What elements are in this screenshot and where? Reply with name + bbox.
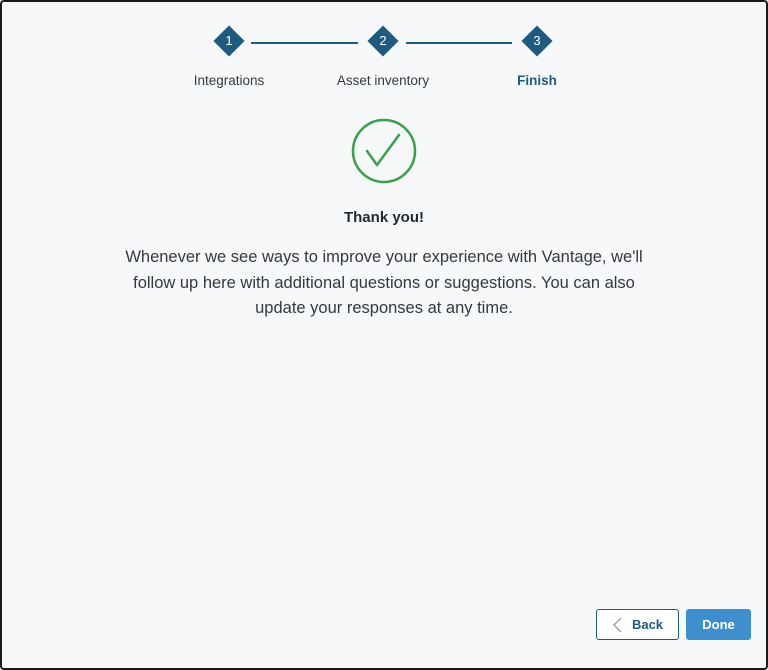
step-2-label: Asset inventory [336,73,430,88]
check-circle-icon [351,118,417,184]
step-3-number: 3 [533,33,541,48]
step-integrations: 1 Integrations [159,25,299,88]
done-button-label: Done [702,617,735,632]
step-3-label: Finish [517,73,557,88]
step-1-marker: 1 [213,25,245,57]
chevron-left-icon [612,616,622,633]
step-finish: 3 Finish [467,25,607,88]
step-2-marker: 2 [367,25,399,57]
page-title: Thank you! [343,209,424,226]
step-3-marker: 3 [521,25,553,57]
step-asset-inventory: 2 Asset inventory [313,25,453,88]
step-1-label: Integrations [193,73,265,88]
back-button[interactable]: Back [596,609,679,640]
back-button-label: Back [631,617,664,632]
wizard-dialog: 1 Integrations 2 Asset inventory 3 Finis… [0,0,768,670]
progress-stepper: 1 Integrations 2 Asset inventory 3 Finis… [2,2,766,102]
step-2-number: 2 [379,33,387,48]
done-button[interactable]: Done [686,609,751,640]
step-1-number: 1 [225,33,233,48]
completion-message: Whenever we see ways to improve your exp… [125,248,643,317]
